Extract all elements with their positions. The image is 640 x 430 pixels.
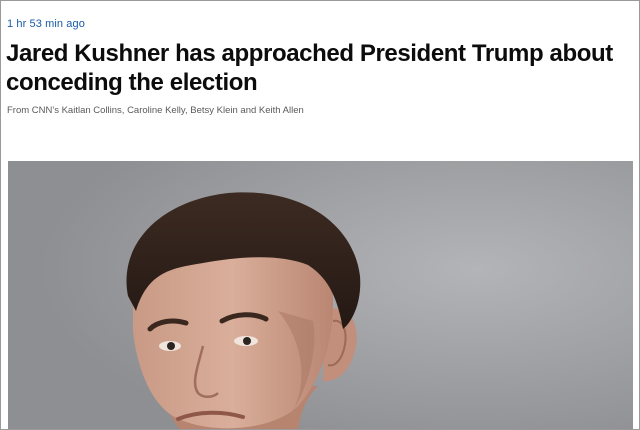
portrait-illustration [8,161,633,429]
article-post: 1 hr 53 min ago Jared Kushner has approa… [0,0,640,430]
post-timestamp[interactable]: 1 hr 53 min ago [7,18,85,30]
post-byline: From CNN's Kaitlan Collins, Caroline Kel… [7,105,304,116]
article-photo [8,161,633,429]
post-headline: Jared Kushner has approached President T… [6,40,613,96]
